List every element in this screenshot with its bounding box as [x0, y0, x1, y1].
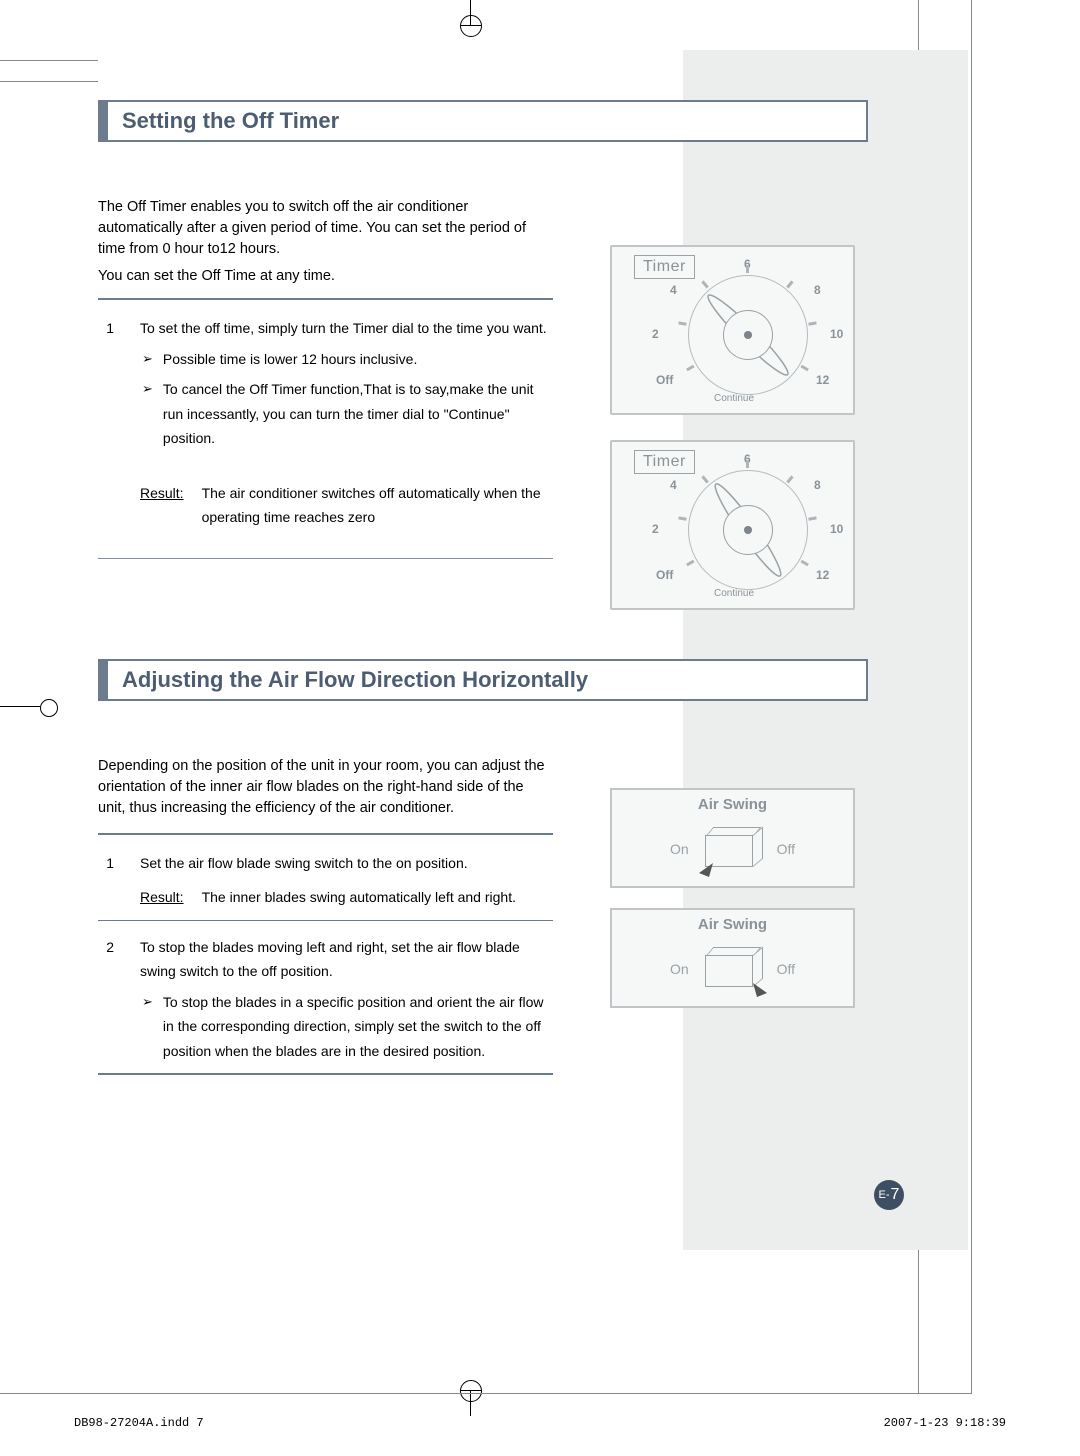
step-number: 1 — [98, 851, 114, 910]
step-2: 2 To stop the blades moving left and rig… — [98, 935, 553, 1064]
chevron-right-icon: ➢ — [142, 378, 153, 451]
timer-dial-icon: 2 4 6 8 10 12 Off Continue — [678, 265, 818, 405]
switch-icon — [697, 945, 769, 993]
air-swing-figure-on: Air Swing On Off — [610, 788, 855, 888]
result-label: Result: — [140, 885, 184, 910]
divider — [98, 920, 553, 921]
divider — [98, 558, 553, 559]
switch-icon — [697, 825, 769, 873]
off-label: Off — [777, 841, 795, 857]
chevron-right-icon: ➢ — [142, 348, 153, 372]
divider — [98, 1073, 553, 1075]
bullet-item: ➢ To cancel the Off Timer function,That … — [142, 377, 553, 451]
off-timer-subintro: You can set the Off Time at any time. — [98, 268, 553, 284]
result-row: Result: The inner blades swing automatic… — [140, 885, 553, 910]
page-number-badge: E-7 — [874, 1180, 904, 1210]
timer-dial-icon: 2 4 6 8 10 12 Off Continue — [678, 460, 818, 600]
off-timer-intro: The Off Timer enables you to switch off … — [98, 197, 553, 260]
result-label: Result: — [140, 481, 184, 530]
step-1: 1 To set the off time, simply turn the T… — [98, 316, 553, 530]
air-flow-intro: Depending on the position of the unit in… — [98, 756, 553, 819]
air-swing-title: Air Swing — [612, 916, 853, 933]
heading-text: Adjusting the Air Flow Direction Horizon… — [122, 667, 852, 693]
step-number: 2 — [98, 935, 114, 1064]
result-text: The inner blades swing automatically lef… — [202, 885, 516, 910]
timer-dial-figure: Timer 2 4 6 8 10 12 Off Continue — [610, 245, 855, 415]
footer-timestamp: 2007-1-23 9:18:39 — [884, 1416, 1006, 1430]
sidebar-shade — [683, 50, 968, 1250]
on-label: On — [670, 961, 689, 977]
chevron-right-icon: ➢ — [142, 991, 153, 1064]
bullet-item: ➢ Possible time is lower 12 hours inclus… — [142, 347, 553, 372]
bullet-item: ➢ To stop the blades in a specific posit… — [142, 990, 553, 1064]
step-number: 1 — [98, 316, 114, 530]
bullet-text: Possible time is lower 12 hours inclusiv… — [163, 347, 417, 372]
air-swing-figure-off: Air Swing On Off — [610, 908, 855, 1008]
heading-text: Setting the Off Timer — [122, 108, 852, 134]
result-text: The air conditioner switches off automat… — [202, 481, 553, 530]
bullet-text: To cancel the Off Timer function,That is… — [163, 377, 553, 451]
page-content: Setting the Off Timer The Off Timer enab… — [98, 50, 868, 1091]
heading-off-timer: Setting the Off Timer — [98, 100, 868, 142]
on-label: On — [670, 841, 689, 857]
step-1: 1 Set the air flow blade swing switch to… — [98, 851, 553, 910]
divider — [98, 298, 553, 300]
step-text: To stop the blades moving left and right… — [140, 935, 553, 984]
footer-file: DB98-27204A.indd 7 — [74, 1416, 204, 1430]
page-prefix: E- — [879, 1189, 890, 1201]
page-number: 7 — [891, 1186, 900, 1204]
bullet-text: To stop the blades in a specific positio… — [163, 990, 553, 1064]
air-swing-title: Air Swing — [612, 796, 853, 813]
timer-dial-figure: Timer 2 4 6 8 10 12 Off Continue — [610, 440, 855, 610]
heading-air-flow: Adjusting the Air Flow Direction Horizon… — [98, 659, 868, 701]
step-text: To set the off time, simply turn the Tim… — [140, 316, 553, 341]
result-row: Result: The air conditioner switches off… — [140, 481, 553, 530]
print-footer: DB98-27204A.indd 7 2007-1-23 9:18:39 — [74, 1416, 1006, 1430]
divider — [98, 833, 553, 835]
off-label: Off — [777, 961, 795, 977]
step-text: Set the air flow blade swing switch to t… — [140, 851, 553, 876]
